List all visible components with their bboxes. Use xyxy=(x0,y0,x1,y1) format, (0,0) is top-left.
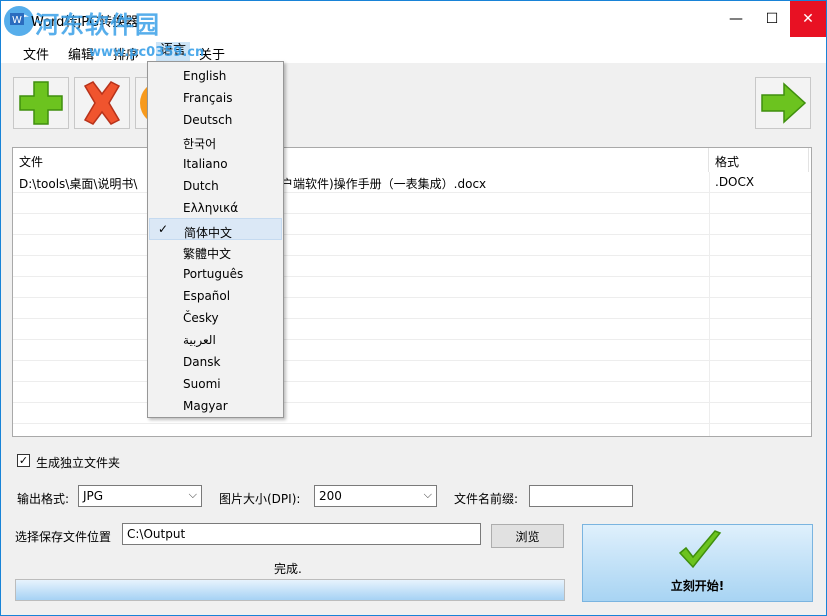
checkmark-icon xyxy=(678,530,722,569)
language-item-italian[interactable]: Italiano xyxy=(149,152,282,174)
column-header-file[interactable]: 文件 xyxy=(13,148,709,172)
table-row xyxy=(13,319,811,340)
table-row xyxy=(13,277,811,298)
language-item-english[interactable]: English xyxy=(149,64,282,86)
start-button[interactable]: 立刻开始! xyxy=(582,524,813,602)
table-row xyxy=(13,382,811,403)
watermark-text: 河东软件园 xyxy=(35,11,160,39)
svg-text:W: W xyxy=(12,15,22,26)
chevron-down-icon: ⌵ xyxy=(423,488,432,501)
prefix-label: 文件名前缀: xyxy=(454,492,519,506)
language-item-dutch[interactable]: Dutch xyxy=(149,174,282,196)
language-label: Español xyxy=(183,289,231,303)
table-row xyxy=(13,235,811,256)
output-format-select[interactable]: JPG ⌵ xyxy=(78,485,202,507)
output-format-value: JPG xyxy=(83,489,104,503)
maximize-icon: ☐ xyxy=(765,11,779,27)
next-button[interactable] xyxy=(755,77,811,129)
close-icon: ✕ xyxy=(802,11,814,27)
prefix-input[interactable] xyxy=(529,485,633,507)
minimize-icon: — xyxy=(729,11,743,27)
language-label: Magyar xyxy=(183,399,228,413)
language-label: Italiano xyxy=(183,157,228,171)
language-item-french[interactable]: Français xyxy=(149,86,282,108)
save-location-input[interactable]: C:\Output xyxy=(122,523,481,545)
language-label: Česky xyxy=(183,311,219,325)
save-location-label: 选择保存文件位置 xyxy=(15,530,112,544)
language-item-traditional-chinese[interactable]: 繁體中文 xyxy=(149,240,282,262)
language-label: 简体中文 xyxy=(184,226,233,240)
language-item-greek[interactable]: Ελληνικά xyxy=(149,196,282,218)
app-icon: W xyxy=(10,13,24,26)
language-label: 한국어 xyxy=(183,137,217,151)
language-label: Suomi xyxy=(183,377,221,391)
language-item-simplified-chinese[interactable]: ✓ 简体中文 xyxy=(149,218,282,240)
progress-bar xyxy=(15,579,565,601)
chevron-down-icon: ⌵ xyxy=(188,488,197,501)
language-label: Ελληνικά xyxy=(183,201,239,215)
language-label: Dutch xyxy=(183,179,219,193)
language-label: Português xyxy=(183,267,244,281)
language-label: Dansk xyxy=(183,355,221,369)
status-text: 完成. xyxy=(274,562,302,576)
language-label: Français xyxy=(183,91,233,105)
dpi-select[interactable]: 200 ⌵ xyxy=(314,485,437,507)
delete-icon xyxy=(83,81,121,125)
delete-file-button[interactable] xyxy=(74,77,130,129)
language-item-arabic[interactable]: العربية xyxy=(149,328,282,350)
language-label: العربية xyxy=(183,333,216,347)
add-file-button[interactable] xyxy=(13,77,69,129)
dpi-value: 200 xyxy=(319,489,342,503)
title-bar: W Word转JPG转换器 河东软件园 — ☐ ✕ xyxy=(1,1,826,39)
minimize-button[interactable]: — xyxy=(718,1,754,37)
dpi-label: 图片大小(DPI): xyxy=(219,492,301,506)
file-path-cell-tail: 户端软件)操作手册（一表集成）.docx xyxy=(281,177,487,191)
table-row xyxy=(13,256,811,277)
language-item-spanish[interactable]: Español xyxy=(149,284,282,306)
language-item-danish[interactable]: Dansk xyxy=(149,350,282,372)
table-row xyxy=(13,403,811,424)
language-item-finnish[interactable]: Suomi xyxy=(149,372,282,394)
table-row xyxy=(13,361,811,382)
table-row xyxy=(13,340,811,361)
column-divider xyxy=(709,172,710,436)
table-row xyxy=(13,193,811,214)
language-label: English xyxy=(183,69,227,83)
table-row xyxy=(13,214,811,235)
table-row[interactable]: D:\tools\桌面\说明书\ 户端软件)操作手册（一表集成）.docx .D… xyxy=(13,172,811,193)
check-icon: ✓ xyxy=(158,222,169,236)
column-header-format[interactable]: 格式 xyxy=(709,148,809,172)
maximize-button[interactable]: ☐ xyxy=(754,1,790,37)
start-label: 立刻开始! xyxy=(670,579,725,593)
file-path-cell: D:\tools\桌面\说明书\ xyxy=(19,177,138,191)
language-item-portuguese[interactable]: Português xyxy=(149,262,282,284)
menu-file[interactable]: 文件 xyxy=(23,44,49,63)
file-list[interactable]: 文件 格式 D:\tools\桌面\说明书\ 户端软件)操作手册（一表集成）.d… xyxy=(12,147,812,437)
next-arrow-icon xyxy=(761,82,807,124)
language-dropdown-menu: English Français Deutsch 한국어 Italiano Du… xyxy=(147,61,284,418)
add-icon xyxy=(19,81,63,125)
language-item-hungarian[interactable]: Magyar xyxy=(149,394,282,416)
language-label: Deutsch xyxy=(183,113,233,127)
table-row xyxy=(13,298,811,319)
language-item-czech[interactable]: Česky xyxy=(149,306,282,328)
watermark-url: www.pc0359.cn xyxy=(89,45,205,60)
output-format-label: 输出格式: xyxy=(17,492,70,506)
language-item-korean[interactable]: 한국어 xyxy=(149,130,282,152)
language-item-german[interactable]: Deutsch xyxy=(149,108,282,130)
separate-folder-checkbox[interactable]: ✓ xyxy=(17,454,30,467)
separate-folder-label: 生成独立文件夹 xyxy=(36,456,121,470)
file-format-cell: .DOCX xyxy=(715,175,755,189)
app-window: W Word转JPG转换器 河东软件园 — ☐ ✕ 文件 编辑 排序 语言 关于… xyxy=(0,0,827,616)
language-label: 繁體中文 xyxy=(183,247,232,261)
browse-button[interactable]: 浏览 xyxy=(491,524,564,548)
close-button[interactable]: ✕ xyxy=(790,1,826,37)
